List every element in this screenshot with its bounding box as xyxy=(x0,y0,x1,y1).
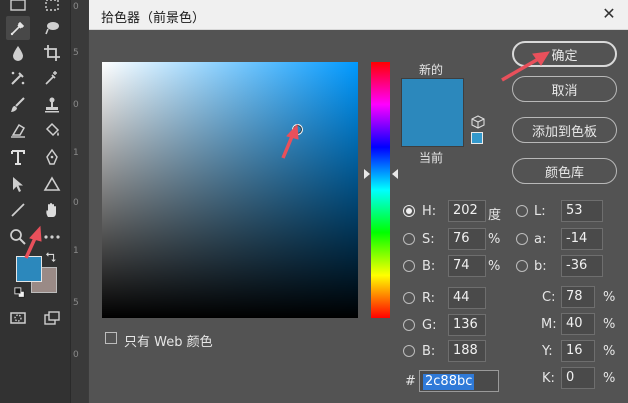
hue-radio[interactable] xyxy=(403,205,415,217)
type-icon[interactable] xyxy=(6,145,30,169)
brush-icon[interactable] xyxy=(6,93,30,117)
color-libraries-button[interactable]: 颜色库 xyxy=(512,158,617,184)
black-label: K: xyxy=(542,371,555,386)
yellow-label: Y: xyxy=(542,344,553,359)
ruler-mark: 5 xyxy=(73,298,79,308)
cancel-button[interactable]: 取消 xyxy=(512,76,617,102)
lab-b-label: b: xyxy=(534,259,547,274)
lab-a-label: a: xyxy=(534,232,547,247)
new-color-preview xyxy=(402,79,463,113)
saturation-unit: % xyxy=(488,232,501,247)
green-field[interactable]: 136 xyxy=(448,314,486,336)
saturation-field[interactable]: 76 xyxy=(448,228,486,250)
black-unit: % xyxy=(603,371,616,386)
green-radio[interactable] xyxy=(403,319,415,331)
blue-label: B: xyxy=(422,344,436,359)
default-colors-icon[interactable] xyxy=(13,286,27,300)
hue-label: H: xyxy=(422,204,437,219)
close-icon[interactable]: ✕ xyxy=(599,5,619,25)
blue-field[interactable]: 188 xyxy=(448,340,486,362)
lab-b-radio[interactable] xyxy=(516,260,528,272)
vertical-ruler: 0 5 0 1 0 1 5 0 xyxy=(70,0,88,403)
red-label: R: xyxy=(422,291,436,306)
yellow-unit: % xyxy=(603,344,616,359)
cyan-label: C: xyxy=(542,290,556,305)
pen-icon[interactable] xyxy=(40,145,64,169)
blur-icon[interactable] xyxy=(6,41,30,65)
color-field-cursor[interactable] xyxy=(292,124,303,135)
black-field[interactable]: 0 xyxy=(561,367,595,389)
color-field[interactable] xyxy=(102,62,358,318)
saturation-label: S: xyxy=(422,232,435,247)
hue-slider-right-handle[interactable] xyxy=(392,169,398,179)
more-icon[interactable] xyxy=(40,225,64,249)
current-color-preview[interactable] xyxy=(402,112,463,146)
color-picker-dialog: 拾色器（前景色） ✕ 新的 当前 确定 取消 添加到色板 颜色库 H: 202 … xyxy=(88,0,628,403)
eraser-icon[interactable] xyxy=(6,118,30,142)
quick-mask-icon[interactable] xyxy=(6,306,30,330)
blue-radio[interactable] xyxy=(403,345,415,357)
hue-slider-left-handle[interactable] xyxy=(364,169,370,179)
lasso-icon[interactable] xyxy=(40,16,64,40)
eyedropper-icon[interactable] xyxy=(6,16,30,40)
cyan-unit: % xyxy=(603,290,616,305)
magenta-unit: % xyxy=(603,317,616,332)
tools-panel xyxy=(0,0,70,403)
only-web-colors-label: 只有 Web 颜色 xyxy=(124,335,213,350)
lab-a-field[interactable]: -14 xyxy=(561,228,603,250)
lab-l-radio[interactable] xyxy=(516,205,528,217)
current-color-label: 当前 xyxy=(419,151,444,165)
red-radio[interactable] xyxy=(403,292,415,304)
hue-field[interactable]: 202 xyxy=(448,200,486,222)
lab-l-field[interactable]: 53 xyxy=(561,200,603,222)
ruler-mark: 0 xyxy=(73,2,79,12)
swap-colors-icon[interactable] xyxy=(44,250,58,264)
hex-field[interactable]: 2c88bc xyxy=(419,370,499,392)
ruler-mark: 0 xyxy=(73,198,79,208)
ruler-mark: 5 xyxy=(73,48,79,58)
ruler-mark: 0 xyxy=(73,100,79,110)
healing-brush-icon[interactable] xyxy=(6,66,30,90)
hex-label: # xyxy=(405,374,416,389)
hand-icon[interactable] xyxy=(40,198,64,222)
green-label: G: xyxy=(422,318,437,333)
paint-bucket-icon[interactable] xyxy=(40,118,64,142)
hex-value: 2c88bc xyxy=(423,374,475,390)
lab-b-field[interactable]: -36 xyxy=(561,255,603,277)
crop-icon[interactable] xyxy=(40,41,64,65)
brightness-unit: % xyxy=(488,259,501,274)
lab-l-label: L: xyxy=(534,204,546,219)
selection-arrow-icon[interactable] xyxy=(6,172,30,196)
stamp-icon[interactable] xyxy=(40,93,64,117)
brightness-radio[interactable] xyxy=(403,260,415,272)
lab-a-radio[interactable] xyxy=(516,233,528,245)
cyan-field[interactable]: 78 xyxy=(561,286,595,308)
zoom-icon[interactable] xyxy=(6,225,30,249)
web-safe-color-swatch[interactable] xyxy=(471,132,483,144)
screen-mode-icon[interactable] xyxy=(40,306,64,330)
line-icon[interactable] xyxy=(6,198,30,222)
ok-button[interactable]: 确定 xyxy=(512,41,617,67)
red-field[interactable]: 44 xyxy=(448,287,486,309)
triangle-shape-icon[interactable] xyxy=(40,172,64,196)
ruler-mark: 0 xyxy=(73,350,79,360)
yellow-field[interactable]: 16 xyxy=(561,340,595,362)
hue-slider[interactable] xyxy=(371,62,390,318)
only-web-colors-checkbox[interactable] xyxy=(105,332,117,344)
magenta-field[interactable]: 40 xyxy=(561,313,595,335)
new-color-label: 新的 xyxy=(419,63,444,77)
add-to-swatches-button[interactable]: 添加到色板 xyxy=(512,117,617,143)
web-safe-cube-icon[interactable] xyxy=(471,115,485,129)
saturation-radio[interactable] xyxy=(403,233,415,245)
ruler-mark: 1 xyxy=(73,148,79,158)
hue-unit: 度 xyxy=(488,208,502,223)
dialog-title: 拾色器（前景色） xyxy=(101,11,206,26)
brightness-field[interactable]: 74 xyxy=(448,255,486,277)
dialog-titlebar[interactable]: 拾色器（前景色） ✕ xyxy=(89,0,628,30)
foreground-color-swatch[interactable] xyxy=(16,256,42,282)
color-sampler-icon[interactable] xyxy=(40,66,64,90)
brightness-label: B: xyxy=(422,259,436,274)
magenta-label: M: xyxy=(541,317,557,332)
ruler-mark: 1 xyxy=(73,246,79,256)
